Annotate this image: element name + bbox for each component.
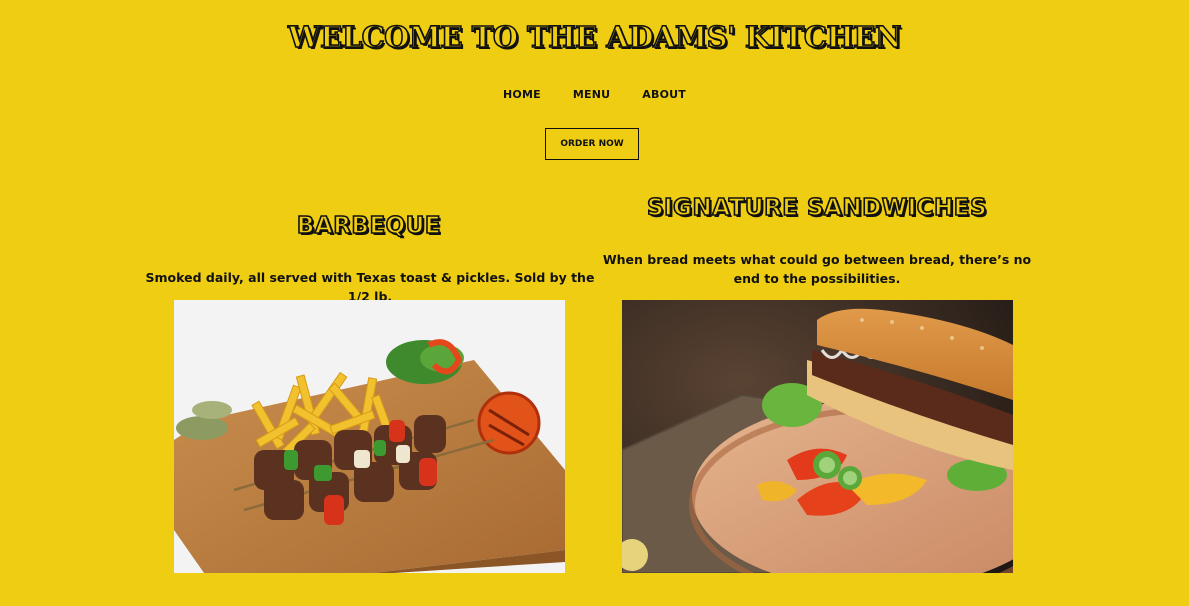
main-nav: HOME MENU ABOUT [0,83,1189,102]
nav-link-home[interactable]: HOME [503,88,541,101]
barbeque-heading: BARBEQUE [296,212,442,240]
nav-item-home: HOME [503,83,541,102]
order-now-button[interactable]: ORDER NOW [545,128,639,160]
sandwiches-image [622,300,1013,573]
sandwiches-description: When bread meets what could go between b… [602,252,1032,286]
nav-link-menu[interactable]: MENU [573,88,610,101]
nav-item-about: ABOUT [642,83,686,102]
site-title: WELCOME TO THE ADAMS' KITCHEN [287,19,902,55]
nav-link-about[interactable]: ABOUT [642,88,686,101]
page: WELCOME TO THE ADAMS' KITCHEN HOME MENU … [0,0,1189,606]
sandwiches-heading: SIGNATURE SANDWICHES [646,194,988,222]
barbeque-image [174,300,565,573]
nav-item-menu: MENU [573,83,610,102]
